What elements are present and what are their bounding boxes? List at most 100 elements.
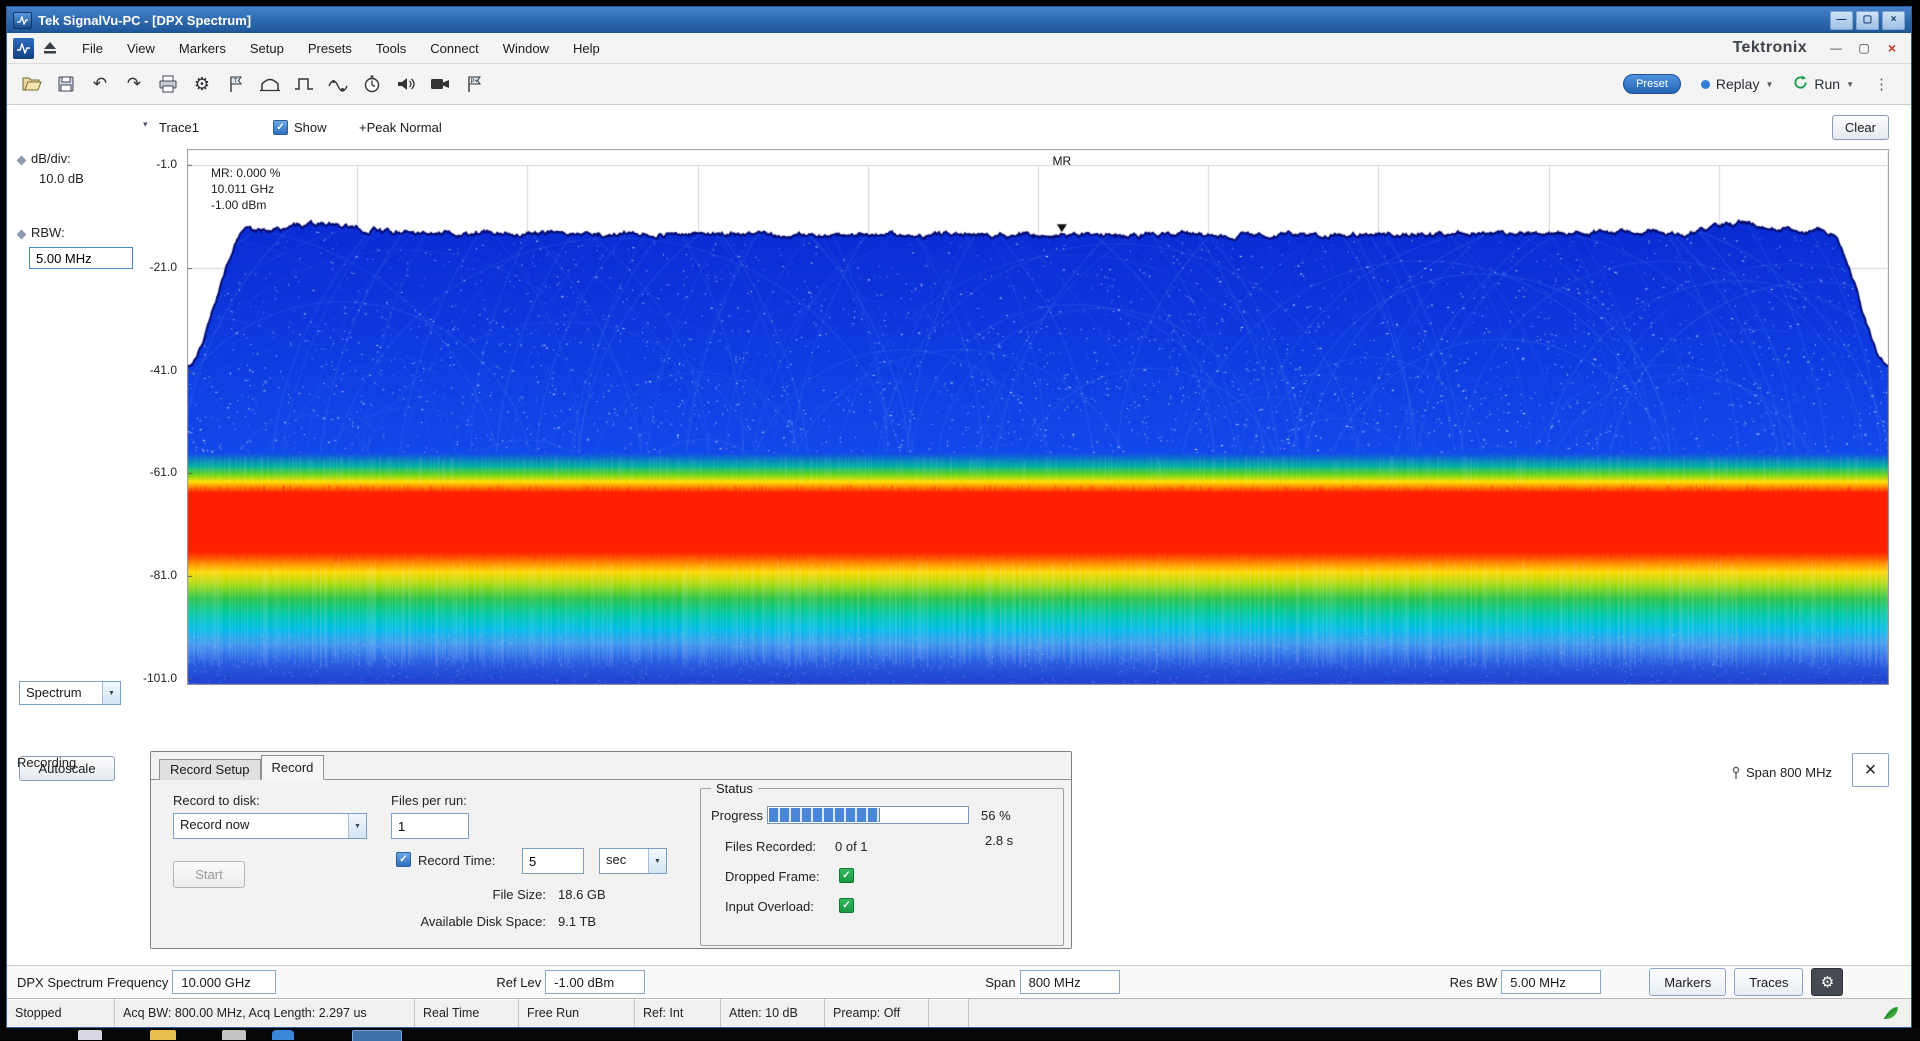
start-button[interactable]: Start <box>173 861 245 888</box>
check-icon: ✓ <box>842 901 850 911</box>
settings-gear-icon[interactable]: ⚙ <box>187 69 217 99</box>
res-bw-label: Res BW <box>1450 975 1498 990</box>
taskbar-icon[interactable] <box>78 1030 102 1040</box>
replay-dropdown[interactable]: Replay ▼ <box>1701 76 1774 92</box>
run-refresh-icon <box>1793 75 1808 93</box>
preset-button[interactable]: Preset <box>1623 74 1681 94</box>
view-select[interactable]: Spectrum ▼ <box>19 681 121 705</box>
video-capture-icon[interactable] <box>425 69 455 99</box>
minimize-button[interactable]: — <box>1830 11 1853 30</box>
menu-tools[interactable]: Tools <box>364 36 418 61</box>
dbdiv-adjust-icon[interactable] <box>17 156 27 166</box>
mdi-close-icon[interactable]: × <box>1883 40 1901 56</box>
chevron-down-icon: ▼ <box>348 814 366 838</box>
disk-space-label: Available Disk Space: <box>331 914 546 929</box>
dropped-frame-checkbox[interactable]: ✓ <box>839 868 854 883</box>
show-checkbox[interactable]: ✓ <box>273 120 288 135</box>
windows-taskbar[interactable] <box>0 1028 1920 1040</box>
trace-expander-icon[interactable]: ▾ <box>143 119 148 130</box>
audio-icon[interactable] <box>391 69 421 99</box>
pulse-measure-icon[interactable] <box>289 69 319 99</box>
preset-plus-icon[interactable]: P+ <box>459 69 489 99</box>
taskbar-icon[interactable] <box>222 1030 246 1040</box>
print-icon[interactable] <box>153 69 183 99</box>
traces-button[interactable]: Traces <box>1734 968 1803 996</box>
clear-button[interactable]: Clear <box>1832 115 1889 140</box>
menu-file[interactable]: File <box>70 36 115 61</box>
measurement-name: DPX Spectrum <box>17 975 103 990</box>
marker-label[interactable]: MR <box>1052 154 1071 168</box>
menu-markers[interactable]: Markers <box>167 36 238 61</box>
title-bar[interactable]: Tek SignalVu-PC - [DPX Spectrum] — ▢ × <box>7 7 1911 33</box>
close-recording-button[interactable]: × <box>1852 753 1889 787</box>
menu-presets[interactable]: Presets <box>296 36 364 61</box>
menu-window[interactable]: Window <box>491 36 561 61</box>
recording-panel: Record Setup Record Record to disk: Reco… <box>150 751 1072 949</box>
rbw-input[interactable] <box>29 247 133 269</box>
spectrum-canvas[interactable] <box>187 149 1889 685</box>
input-overload-label: Input Overload: <box>725 899 814 914</box>
dropped-frame-label: Dropped Frame: <box>725 869 820 884</box>
dbdiv-value[interactable]: 10.0 dB <box>39 171 84 186</box>
input-overload-checkbox[interactable]: ✓ <box>839 898 854 913</box>
record-time-unit-select[interactable]: sec ▼ <box>599 848 667 874</box>
undo-icon[interactable]: ↶ <box>85 69 115 99</box>
marker-readout-percent: MR: 0.000 % <box>211 165 280 181</box>
restore-button[interactable]: ▢ <box>1856 11 1879 30</box>
ref-lev-input[interactable]: -1.00 dBm <box>545 970 645 994</box>
status-trigger-mode: Free Run <box>519 999 635 1027</box>
signalvu-app-icon[interactable] <box>13 38 34 59</box>
menu-setup[interactable]: Setup <box>238 36 296 61</box>
trigger-icon[interactable]: T <box>221 69 251 99</box>
files-per-run-input[interactable] <box>391 813 469 839</box>
window-title: Tek SignalVu-PC - [DPX Spectrum] <box>38 13 251 28</box>
menu-connect[interactable]: Connect <box>418 36 490 61</box>
frequency-input[interactable]: 10.000 GHz <box>172 970 276 994</box>
menu-view[interactable]: View <box>115 36 167 61</box>
settings-gear-icon[interactable]: ⚙ <box>1811 968 1843 996</box>
rbw-adjust-icon[interactable] <box>17 230 27 240</box>
save-setup-icon[interactable] <box>51 69 81 99</box>
tab-record[interactable]: Record <box>261 755 325 780</box>
recording-section-label: Recording <box>17 755 76 770</box>
res-bw-input[interactable]: 5.00 MHz <box>1501 970 1601 994</box>
taskbar-icon[interactable] <box>272 1030 294 1040</box>
record-time-input[interactable] <box>522 848 584 874</box>
record-mode-select[interactable]: Record now ▼ <box>173 813 367 839</box>
markers-button[interactable]: Markers <box>1649 968 1726 996</box>
span-bridge-icon[interactable] <box>255 69 285 99</box>
timer-icon[interactable] <box>357 69 387 99</box>
spectrum-plot[interactable]: MR: 0.000 % 10.011 GHz -1.00 dBm MR <box>187 149 1889 685</box>
span-input[interactable]: 800 MHz <box>1020 970 1120 994</box>
progress-fill <box>769 808 880 822</box>
disk-space-value: 9.1 TB <box>558 914 596 929</box>
frequency-label: Frequency <box>107 975 168 990</box>
status-real-time: Real Time <box>415 999 519 1027</box>
redo-icon[interactable]: ↷ <box>119 69 149 99</box>
taskbar-active-app[interactable] <box>352 1030 402 1041</box>
close-button[interactable]: × <box>1882 11 1905 30</box>
check-icon: ✓ <box>399 855 407 865</box>
detector-label: +Peak Normal <box>359 120 442 135</box>
record-time-checkbox[interactable]: ✓ <box>396 852 411 867</box>
run-dropdown[interactable]: Run ▼ <box>1793 75 1854 93</box>
status-run-state: Stopped <box>7 999 115 1027</box>
waveform-markers-icon[interactable] <box>323 69 353 99</box>
mdi-restore-icon[interactable]: ▢ <box>1855 41 1873 55</box>
tektronix-logo: Tektronix <box>1733 39 1807 57</box>
open-file-icon[interactable] <box>17 69 47 99</box>
status-atten: Atten: 10 dB <box>721 999 825 1027</box>
y-tick-label: -81.0 <box>150 568 177 582</box>
rbw-label: RBW: <box>31 225 65 240</box>
eject-icon[interactable] <box>40 38 60 58</box>
mdi-minimize-icon[interactable]: — <box>1827 41 1845 55</box>
y-tick-label: -41.0 <box>150 363 177 377</box>
more-options-icon[interactable]: ⋮ <box>1874 75 1889 93</box>
menu-help[interactable]: Help <box>561 36 612 61</box>
y-tick-label: -61.0 <box>150 465 177 479</box>
marker-readout-frequency: 10.011 GHz <box>211 181 280 197</box>
chevron-down-icon: ▼ <box>1765 80 1773 89</box>
span-readout[interactable]: Span 800 MHz <box>1731 765 1832 780</box>
taskbar-folder-icon[interactable] <box>150 1030 176 1040</box>
tab-record-setup[interactable]: Record Setup <box>159 759 261 780</box>
